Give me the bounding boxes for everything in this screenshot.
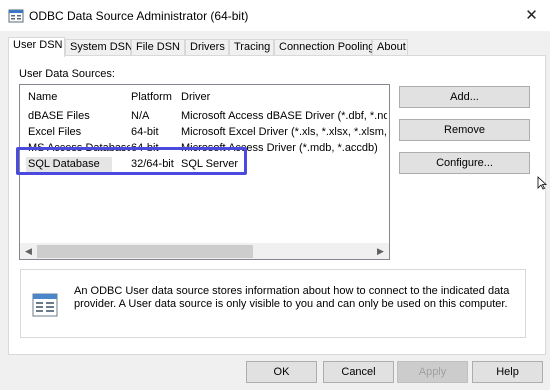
tab-user-dsn[interactable]: User DSN bbox=[8, 37, 65, 57]
odbc-app-icon bbox=[8, 9, 24, 23]
column-header-name[interactable]: Name bbox=[28, 91, 57, 103]
close-button[interactable]: ✕ bbox=[513, 3, 550, 28]
tab-file-dsn[interactable]: File DSN bbox=[131, 39, 185, 56]
cell-driver: Microsoft Access dBASE Driver (*.dbf, *.… bbox=[181, 110, 387, 122]
window-title: ODBC Data Source Administrator (64-bit) bbox=[29, 9, 249, 23]
tab-strip: User DSN System DSN File DSN Drivers Tra… bbox=[8, 37, 548, 57]
help-button-label: Help bbox=[496, 366, 519, 378]
help-button[interactable]: Help bbox=[472, 361, 543, 383]
tab-label: Tracing bbox=[234, 41, 271, 53]
close-icon: ✕ bbox=[525, 7, 538, 24]
tab-drivers[interactable]: Drivers bbox=[185, 39, 229, 56]
tab-label: System DSN bbox=[70, 41, 133, 53]
horizontal-scrollbar[interactable]: ◀ ▶ bbox=[20, 243, 389, 259]
tab-label: File DSN bbox=[136, 41, 181, 53]
cancel-button-label: Cancel bbox=[341, 366, 376, 378]
title-bar: ODBC Data Source Administrator (64-bit) … bbox=[0, 0, 550, 31]
remove-button[interactable]: Remove bbox=[399, 119, 530, 141]
tab-label: About bbox=[377, 41, 406, 53]
add-button-label: Add... bbox=[450, 91, 479, 103]
cell-platform: 64-bit bbox=[131, 126, 159, 138]
scroll-right-arrow-icon[interactable]: ▶ bbox=[372, 243, 389, 259]
column-header-driver[interactable]: Driver bbox=[181, 91, 210, 103]
user-data-sources-label: User Data Sources: bbox=[19, 68, 115, 80]
tab-label: User DSN bbox=[13, 39, 63, 51]
ok-button[interactable]: OK bbox=[246, 361, 317, 383]
info-description: An ODBC User data source stores informat… bbox=[74, 285, 510, 310]
tab-about[interactable]: About bbox=[372, 39, 408, 56]
annotation-highlight-box bbox=[16, 147, 247, 175]
cell-platform: N/A bbox=[131, 110, 150, 122]
tab-system-dsn[interactable]: System DSN bbox=[65, 39, 133, 56]
add-button[interactable]: Add... bbox=[399, 86, 530, 108]
info-box: An ODBC User data source stores informat… bbox=[20, 269, 526, 338]
list-item[interactable]: dBASE Files N/A Microsoft Access dBASE D… bbox=[20, 109, 389, 125]
ok-button-label: OK bbox=[273, 366, 290, 378]
cancel-button[interactable]: Cancel bbox=[323, 361, 394, 383]
remove-button-label: Remove bbox=[444, 124, 485, 136]
cell-name: Excel Files bbox=[28, 126, 82, 138]
data-source-icon bbox=[32, 293, 58, 317]
cell-driver: Microsoft Excel Driver (*.xls, *.xlsx, *… bbox=[181, 126, 387, 138]
tab-label: Connection Pooling bbox=[279, 41, 375, 53]
apply-button-label: Apply bbox=[418, 366, 447, 378]
apply-button[interactable]: Apply bbox=[397, 361, 468, 383]
tab-label: Drivers bbox=[190, 41, 225, 53]
cell-name: dBASE Files bbox=[28, 110, 90, 122]
list-item[interactable]: Excel Files 64-bit Microsoft Excel Drive… bbox=[20, 125, 389, 141]
tab-tracing[interactable]: Tracing bbox=[229, 39, 274, 56]
configure-button-label: Configure... bbox=[436, 157, 493, 169]
tab-connection-pooling[interactable]: Connection Pooling bbox=[274, 39, 375, 56]
scrollbar-thumb[interactable] bbox=[37, 245, 253, 258]
mouse-cursor-icon bbox=[537, 176, 547, 190]
configure-button[interactable]: Configure... bbox=[399, 152, 530, 174]
column-header-platform[interactable]: Platform bbox=[131, 91, 172, 103]
scroll-left-arrow-icon[interactable]: ◀ bbox=[20, 243, 37, 259]
